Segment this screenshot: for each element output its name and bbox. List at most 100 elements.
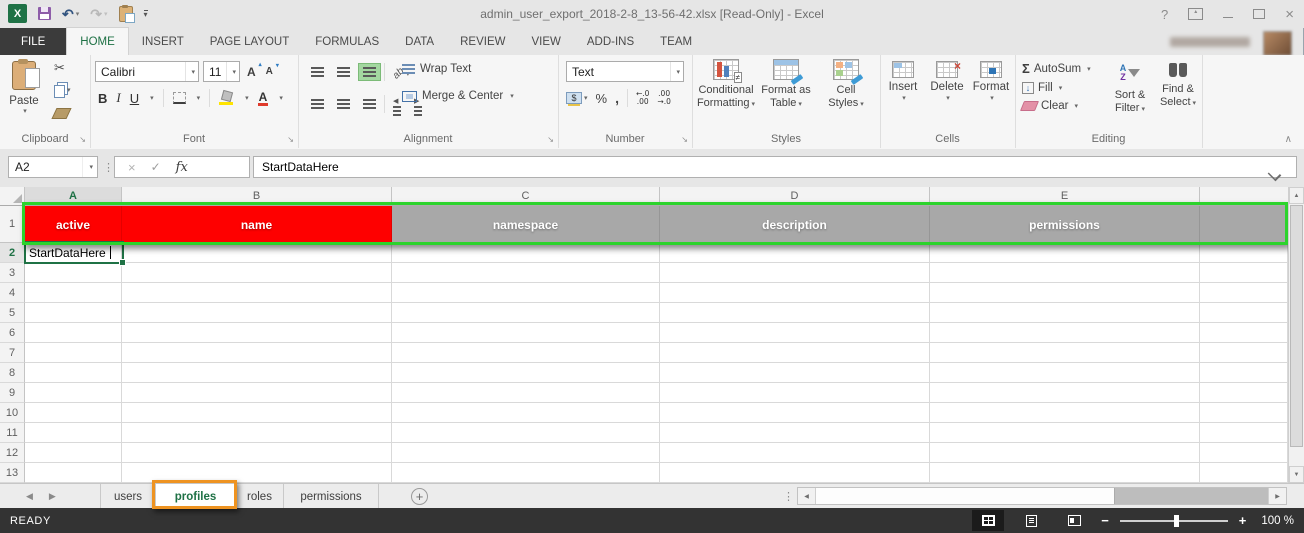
zoom-out-button[interactable]: − (1101, 513, 1109, 528)
grid-cell[interactable] (25, 423, 122, 443)
wrap-text-button[interactable]: Wrap Text (402, 63, 471, 75)
clipboard-dialog-launcher-icon[interactable]: ↘ (79, 135, 86, 144)
grid-cell[interactable] (930, 283, 1200, 303)
expand-formula-bar-icon[interactable] (1268, 168, 1282, 182)
grid-cell[interactable] (930, 263, 1200, 283)
grid-cell[interactable] (930, 363, 1200, 383)
grid-cell[interactable] (392, 383, 660, 403)
fill-button[interactable]: ↓Fill▾ (1022, 82, 1091, 94)
format-cells-button[interactable]: Format ▾ (970, 61, 1012, 102)
ribbon-display-options-button[interactable]: ▴ (1188, 8, 1203, 20)
row-header-7[interactable]: 7 (0, 343, 25, 363)
row-header-13[interactable]: 13 (0, 463, 25, 483)
grid-cell[interactable] (930, 463, 1200, 483)
grid-cell[interactable] (930, 443, 1200, 463)
grid-cell[interactable] (122, 343, 392, 363)
header-cell-permissions[interactable]: permissions (930, 206, 1200, 243)
header-cell-active[interactable]: active (25, 206, 122, 243)
decrease-font-size-button[interactable]: A▾ (263, 66, 276, 77)
merge-center-button[interactable]: Merge & Center ▾ (402, 90, 514, 102)
copy-button[interactable]: ▾ (54, 82, 71, 98)
formula-bar-splitter-icon[interactable]: ⋮ (103, 161, 114, 174)
grid-cell[interactable] (660, 263, 930, 283)
normal-view-button[interactable] (972, 510, 1004, 531)
grid-cell[interactable] (660, 363, 930, 383)
grid-cell[interactable] (392, 303, 660, 323)
grid-cell[interactable] (122, 243, 392, 263)
cut-icon[interactable]: ✂ (54, 62, 65, 74)
sheet-tab-permissions[interactable]: permissions (284, 484, 379, 509)
grid-cell[interactable] (392, 243, 660, 263)
grid-cell[interactable] (1200, 363, 1288, 383)
name-box[interactable]: A2 ▾ (8, 156, 98, 178)
borders-icon[interactable] (173, 92, 186, 104)
grid-cell[interactable] (660, 423, 930, 443)
grid-cell[interactable] (1200, 303, 1288, 323)
column-header-f[interactable] (1200, 187, 1288, 205)
font-dialog-launcher-icon[interactable]: ↘ (287, 135, 294, 144)
grid-cell[interactable] (660, 243, 930, 263)
autosum-button[interactable]: ΣAutoSum▾ (1022, 61, 1091, 76)
accounting-format-button[interactable]: $▾ (566, 92, 588, 104)
header-cell-extra[interactable] (1200, 206, 1288, 243)
grid-cell[interactable] (660, 303, 930, 323)
grid-cell[interactable] (25, 443, 122, 463)
grid-cell[interactable] (122, 323, 392, 343)
delete-cells-button[interactable]: × Delete ▾ (926, 61, 968, 102)
grid-cell[interactable] (660, 403, 930, 423)
zoom-slider[interactable] (1120, 520, 1228, 522)
align-center-button[interactable] (332, 95, 355, 113)
grid-cell[interactable] (25, 343, 122, 363)
bottom-align-button[interactable] (358, 63, 381, 81)
row-header-10[interactable]: 10 (0, 403, 25, 423)
zoom-level[interactable]: 100 % (1261, 515, 1294, 527)
increase-font-size-button[interactable]: A▴ (244, 65, 259, 79)
grid-cell[interactable] (930, 303, 1200, 323)
grid-cell[interactable] (122, 443, 392, 463)
help-button[interactable]: ? (1161, 7, 1168, 22)
underline-dropdown-icon[interactable]: ▾ (150, 94, 154, 102)
grid-cell[interactable] (930, 383, 1200, 403)
header-cell-name[interactable]: name (122, 206, 392, 243)
paste-button[interactable]: Paste ▾ (3, 60, 45, 115)
scroll-left-icon[interactable]: ◀ (798, 488, 816, 504)
close-button[interactable]: × (1285, 6, 1294, 23)
insert-cells-button[interactable]: Insert ▾ (882, 61, 924, 102)
number-dialog-launcher-icon[interactable]: ↘ (681, 135, 688, 144)
conditional-formatting-button[interactable]: ≠ Conditional Formatting▾ (696, 59, 756, 111)
grid-cell[interactable] (660, 343, 930, 363)
sheet-tab-profiles[interactable]: profiles (156, 484, 236, 509)
percent-style-button[interactable]: % (596, 91, 608, 106)
row-header-2[interactable]: 2 (0, 243, 25, 263)
grid-cell[interactable] (1200, 243, 1288, 263)
enter-entry-button[interactable]: ✓ (151, 160, 161, 174)
collapse-ribbon-icon[interactable]: ∧ (1285, 134, 1292, 145)
grid-cell[interactable] (122, 363, 392, 383)
vertical-scrollbar[interactable]: ▲ ▼ (1288, 187, 1304, 483)
grid-cell[interactable] (392, 423, 660, 443)
tab-team[interactable]: TEAM (647, 28, 705, 55)
page-break-view-button[interactable] (1058, 510, 1090, 531)
font-family-select[interactable]: Calibri ▾ (95, 61, 199, 82)
grid-cell[interactable] (930, 403, 1200, 423)
grid-cell[interactable] (1200, 463, 1288, 483)
italic-button[interactable]: I (116, 90, 120, 106)
insert-function-button[interactable]: fx (176, 160, 188, 175)
sheet-tab-roles[interactable]: roles (236, 484, 284, 509)
row-header-4[interactable]: 4 (0, 283, 25, 303)
grid-cell[interactable] (930, 323, 1200, 343)
grid-cell[interactable] (392, 323, 660, 343)
comma-style-button[interactable]: , (615, 90, 619, 106)
bold-button[interactable]: B (98, 91, 107, 106)
sort-filter-button[interactable]: AZ Sort & Filter▾ (1107, 63, 1153, 116)
grid-cell[interactable] (122, 303, 392, 323)
decrease-decimal-button[interactable]: .00→.0 (657, 90, 670, 106)
page-layout-view-button[interactable] (1015, 510, 1047, 531)
scroll-right-icon[interactable]: ▶ (1268, 488, 1286, 504)
grid-cell[interactable] (1200, 343, 1288, 363)
grid-cell[interactable] (392, 403, 660, 423)
grid-cell[interactable] (25, 263, 122, 283)
tab-insert[interactable]: INSERT (129, 28, 197, 55)
grid-cell[interactable] (1200, 283, 1288, 303)
grid-cell[interactable] (930, 243, 1200, 263)
